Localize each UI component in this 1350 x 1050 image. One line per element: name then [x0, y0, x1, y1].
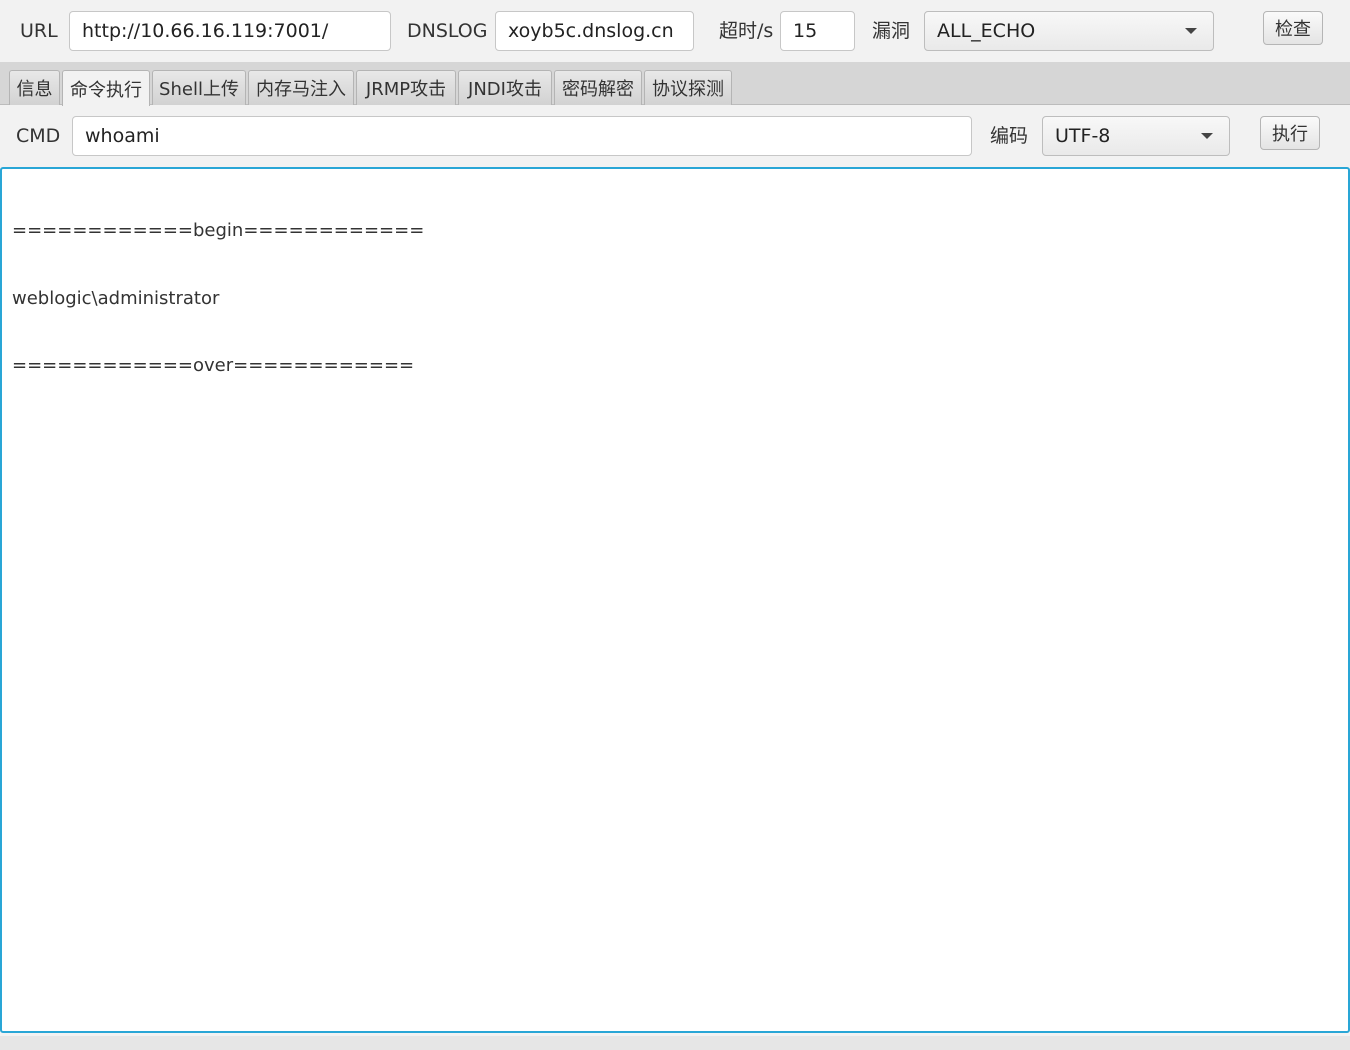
output-line: ============over============ [12, 355, 415, 376]
chevron-down-icon [1201, 133, 1213, 139]
check-button[interactable]: 检查 [1263, 11, 1323, 45]
vuln-select[interactable]: ALL_ECHO [924, 11, 1214, 51]
tab-info[interactable]: 信息 [9, 70, 60, 105]
encoding-select[interactable]: UTF-8 [1042, 116, 1230, 156]
tab-memshell-inject[interactable]: 内存马注入 [248, 70, 354, 105]
chevron-down-icon [1185, 28, 1197, 34]
dnslog-label: DNSLOG [407, 20, 488, 42]
timeout-input[interactable]: 15 [780, 11, 855, 51]
tab-protocol-probe[interactable]: 协议探测 [644, 70, 732, 105]
url-input[interactable]: http://10.66.16.119:7001/ [69, 11, 391, 51]
output-line: ============begin============ [12, 220, 425, 241]
tab-command-exec[interactable]: 命令执行 [62, 70, 150, 106]
vuln-select-value: ALL_ECHO [937, 20, 1036, 42]
dnslog-input[interactable]: xoyb5c.dnslog.cn [495, 11, 694, 51]
tab-jndi-attack[interactable]: JNDI攻击 [458, 70, 552, 105]
encoding-label: 编码 [990, 125, 1029, 147]
cmd-input[interactable]: whoami [72, 116, 972, 156]
timeout-label: 超时/s [719, 20, 774, 42]
cmd-label: CMD [16, 125, 61, 147]
output-textarea[interactable]: ============begin============ weblogic\a… [0, 167, 1350, 1033]
execute-button[interactable]: 执行 [1260, 116, 1320, 150]
encoding-select-value: UTF-8 [1055, 125, 1111, 147]
status-bar [0, 1036, 1350, 1050]
tab-jrmp-attack[interactable]: JRMP攻击 [356, 70, 456, 105]
url-label: URL [20, 20, 58, 42]
output-line: weblogic\administrator [12, 287, 220, 309]
vuln-label: 漏洞 [872, 20, 911, 42]
tab-shell-upload[interactable]: Shell上传 [152, 70, 246, 105]
tab-password-decrypt[interactable]: 密码解密 [554, 70, 642, 105]
